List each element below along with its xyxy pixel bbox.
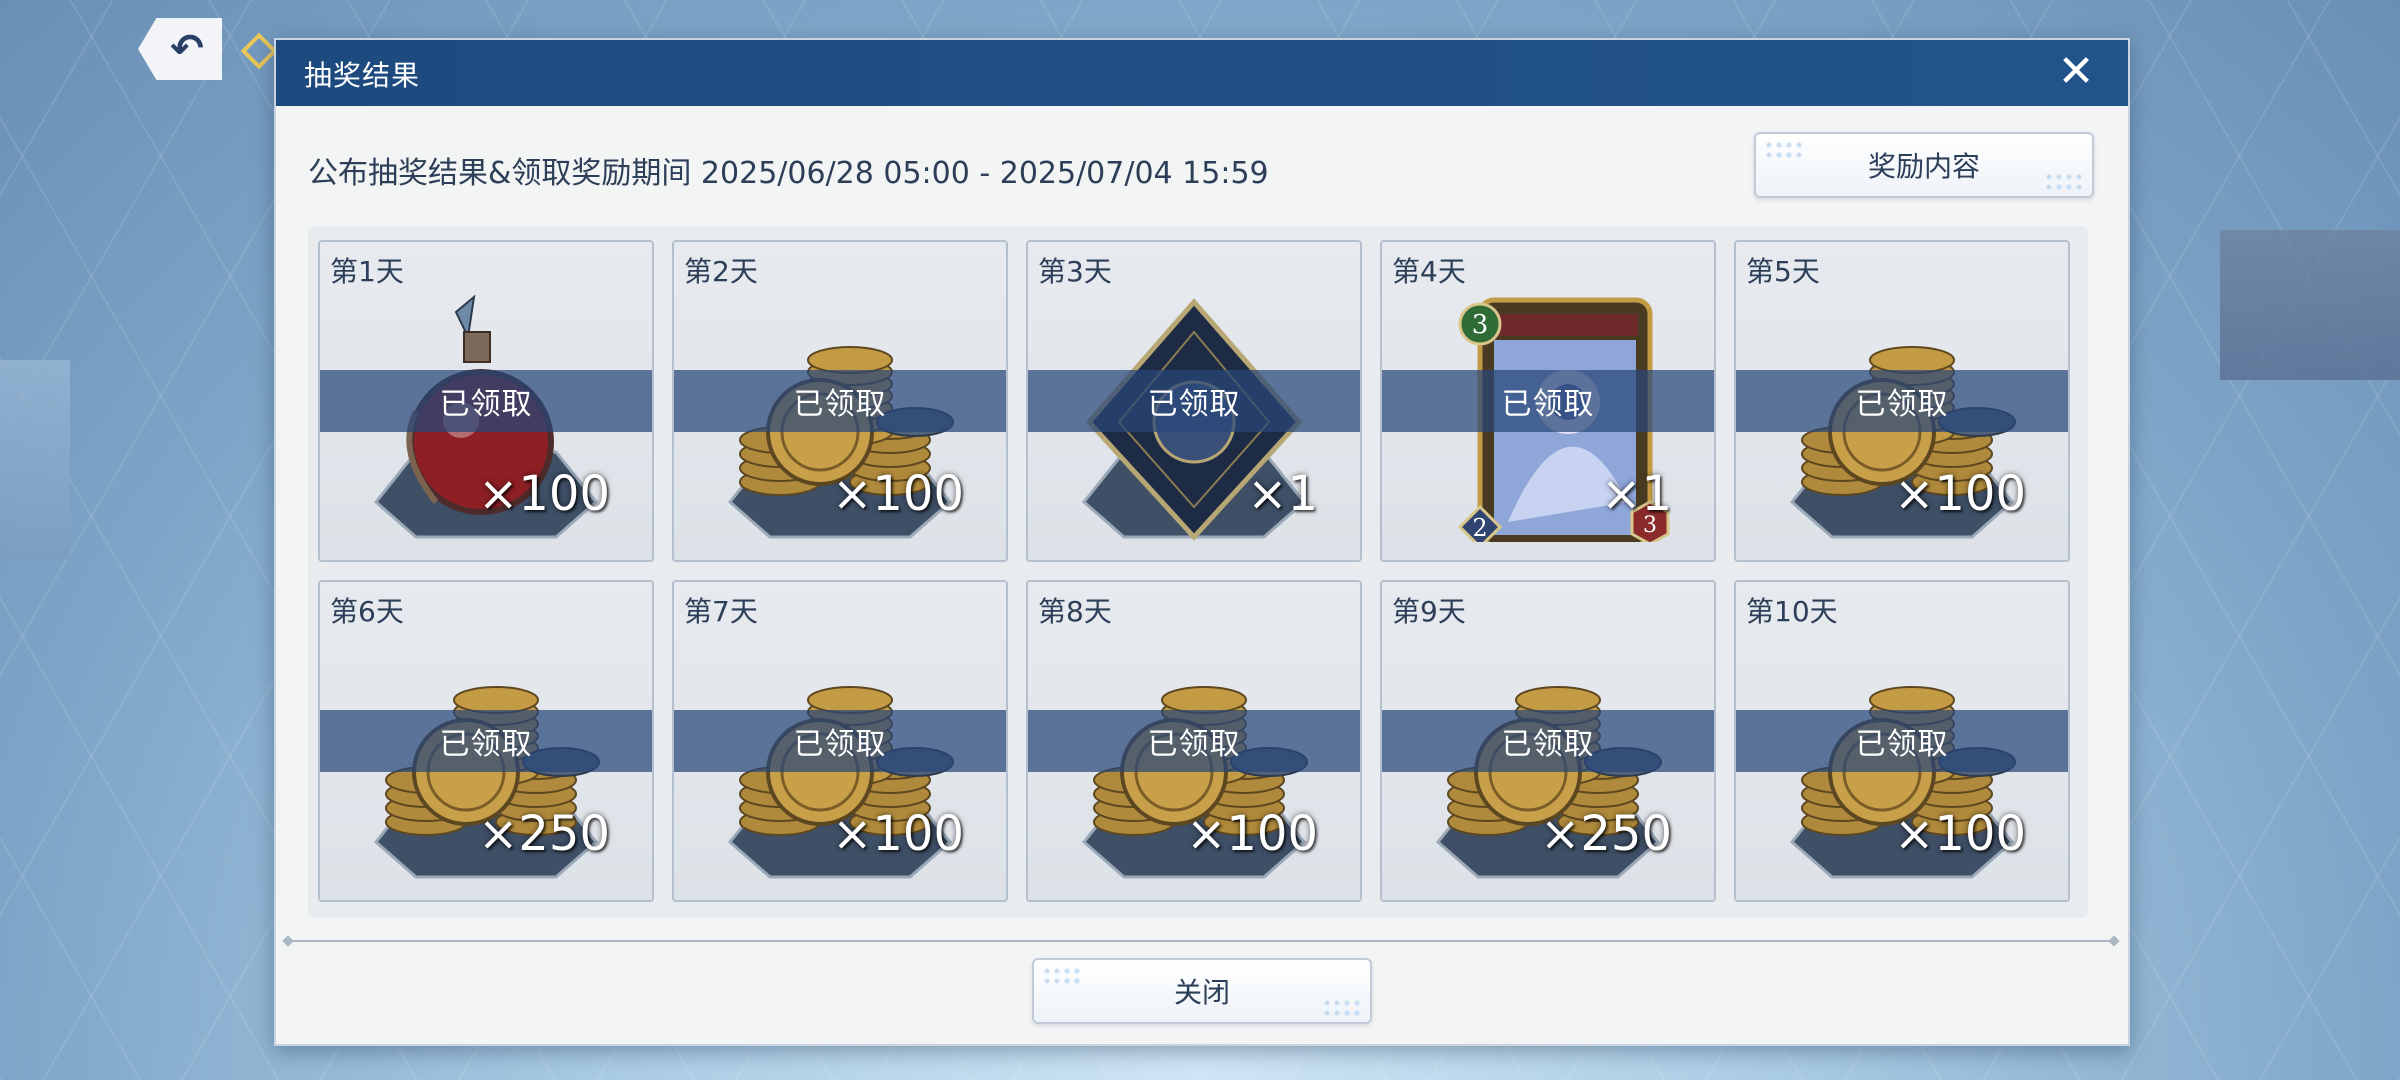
reward-card[interactable]: ×250 已领取 第9天 (1380, 580, 1716, 902)
reward-card[interactable]: ×250 已领取 第6天 (318, 580, 654, 902)
day-label: 第9天 (1392, 595, 1466, 628)
reward-card[interactable]: ×100 已领取 第5天 (1734, 240, 2070, 562)
reward-quantity: ×100 (478, 466, 610, 522)
day-label: 第5天 (1746, 255, 1820, 288)
reward-card[interactable]: ×100 已领取 第8天 (1026, 580, 1362, 902)
game-background: ↶ 抽奖结果 ✕ 公布抽奖结果&领取奖励期间 2025/06/28 05:00 … (0, 0, 2400, 1080)
claimed-status: 已领取 (674, 710, 1006, 772)
day-label: 第8天 (1038, 595, 1112, 628)
claimed-status: 已领取 (1028, 370, 1360, 432)
reward-card[interactable]: ×100 已领取 第7天 (672, 580, 1008, 902)
reward-card[interactable]: ×100 已领取 第10天 (1734, 580, 2070, 902)
dialog-header: 抽奖结果 ✕ (276, 40, 2128, 106)
claim-period-text: 公布抽奖结果&领取奖励期间 2025/06/28 05:00 - 2025/07… (308, 156, 1269, 191)
day-label: 第6天 (330, 595, 404, 628)
reward-content-button[interactable]: 奖励内容 (1754, 132, 2094, 198)
back-arrow-icon: ↶ (170, 26, 204, 72)
claimed-status: 已领取 (1736, 370, 2068, 432)
dialog-title: 抽奖结果 (304, 59, 421, 92)
reward-card[interactable]: ×100 已领取 第1天 (318, 240, 654, 562)
diamond-icon (240, 32, 278, 70)
reward-card[interactable]: ×1 已领取 第3天 (1026, 240, 1362, 562)
reward-quantity: ×1 (1247, 466, 1318, 522)
claimed-status: 已领取 (1382, 710, 1714, 772)
svg-text:3: 3 (1472, 310, 1489, 340)
claimed-status: 已领取 (1028, 710, 1360, 772)
day-label: 第1天 (330, 255, 404, 288)
divider (288, 940, 2114, 942)
reward-quantity: ×100 (1894, 806, 2026, 862)
reward-content-label: 奖励内容 (1867, 150, 1980, 183)
reward-quantity: ×100 (1894, 466, 2026, 522)
day-label: 第4天 (1392, 255, 1466, 288)
claimed-status: 已领取 (674, 370, 1006, 432)
close-button-label: 关闭 (1173, 976, 1230, 1009)
back-button[interactable]: ↶ (138, 18, 222, 80)
reward-grid: ×100 已领取 第1天 ×100 已领取 第2天 ×1 已领取 第3天 3 2 3 ×1 已… (308, 226, 2088, 918)
close-button[interactable]: 关闭 (1032, 958, 1372, 1024)
reward-card[interactable]: 3 2 3 ×1 已领取 第4天 (1380, 240, 1716, 562)
claimed-status: 已领取 (1382, 370, 1714, 432)
day-label: 第3天 (1038, 255, 1112, 288)
claimed-status: 已领取 (320, 710, 652, 772)
background-panel (0, 360, 70, 560)
close-icon[interactable]: ✕ (2054, 50, 2098, 94)
day-label: 第10天 (1746, 595, 1838, 628)
reward-quantity: ×100 (832, 466, 964, 522)
reward-quantity: ×1 (1601, 466, 1672, 522)
reward-quantity: ×100 (832, 806, 964, 862)
day-label: 第2天 (684, 255, 758, 288)
background-panel (2220, 230, 2400, 380)
day-label: 第7天 (684, 595, 758, 628)
reward-quantity: ×100 (1186, 806, 1318, 862)
claimed-status: 已领取 (1736, 710, 2068, 772)
svg-text:2: 2 (1472, 514, 1487, 542)
lottery-result-dialog: 抽奖结果 ✕ 公布抽奖结果&领取奖励期间 2025/06/28 05:00 - … (274, 38, 2130, 1046)
claimed-status: 已领取 (320, 370, 652, 432)
reward-quantity: ×250 (1540, 806, 1672, 862)
reward-card[interactable]: ×100 已领取 第2天 (672, 240, 1008, 562)
reward-quantity: ×250 (478, 806, 610, 862)
